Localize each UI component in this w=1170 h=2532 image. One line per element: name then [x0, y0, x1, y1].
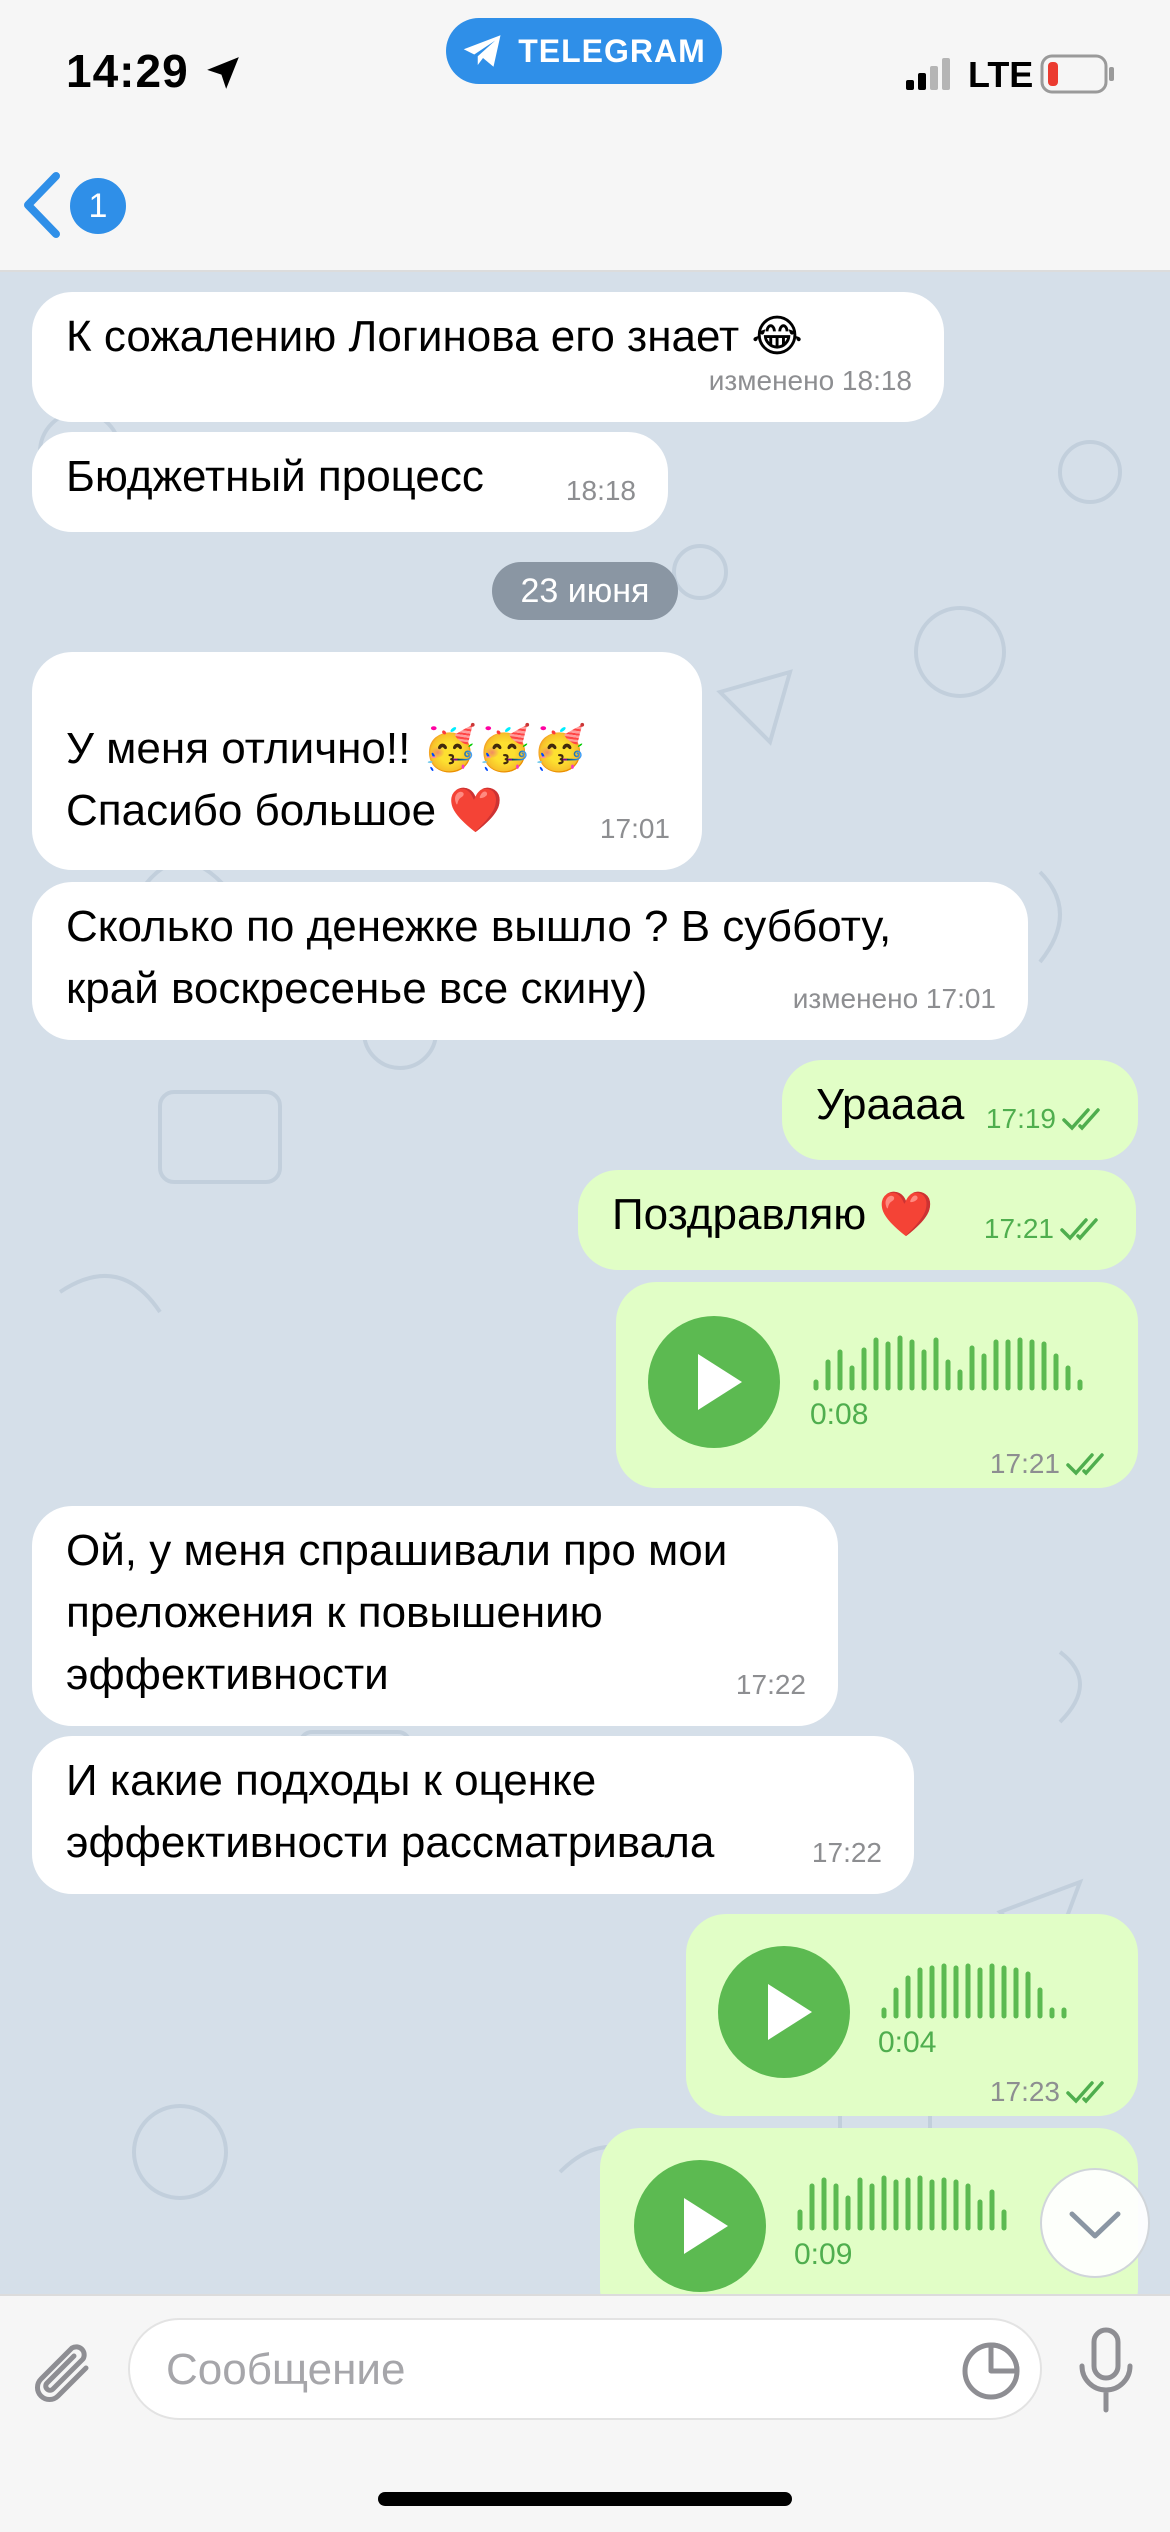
play-icon: [698, 1354, 742, 1410]
message-time: 17:01: [599, 813, 670, 844]
chevron-left-icon: [24, 172, 60, 238]
network-type: LTE: [968, 54, 1034, 95]
location-arrow-icon: [207, 57, 239, 89]
voice-duration: 0:08: [810, 1398, 869, 1431]
message-incoming[interactable]: Бюджетный процесс 18:18: [32, 432, 668, 532]
play-icon: [684, 2198, 728, 2254]
telegram-pill-label: TELEGRAM: [518, 32, 706, 69]
double-check-icon: [1062, 1108, 1100, 1131]
message-input[interactable]: [166, 2336, 926, 2404]
telegram-icon: [463, 35, 501, 67]
double-check-icon: [1066, 2081, 1104, 2104]
back-button[interactable]: 1: [20, 170, 140, 240]
message-time: изменено 17:01: [792, 983, 996, 1014]
message-time: 17:23: [989, 2076, 1060, 2107]
message-time: 17:19: [985, 1103, 1056, 1134]
message-text: Бюджетный процесс: [66, 452, 484, 501]
nav-bar: 1: [0, 130, 1170, 272]
message-outgoing[interactable]: Урaaaa 17:19: [782, 1060, 1138, 1160]
microphone-icon[interactable]: [1076, 2326, 1136, 2416]
message-incoming[interactable]: Сколько по денежке вышло ? В субботу, кр…: [32, 882, 1028, 1040]
waveform[interactable]: [796, 2172, 1066, 2232]
battery-icon: [1040, 54, 1114, 94]
status-time: 14:29: [66, 45, 189, 97]
double-check-icon: [1060, 1218, 1098, 1241]
message-incoming[interactable]: К сожалению Логинова его знает 😂 изменен…: [32, 292, 944, 422]
message-outgoing[interactable]: Поздравляю ❤️ 17:21: [578, 1170, 1136, 1270]
play-button[interactable]: [718, 1946, 850, 2078]
message-time: 17:21: [989, 1448, 1060, 1479]
message-incoming[interactable]: Ой, у меня спрашивали про мои преложения…: [32, 1506, 838, 1726]
message-incoming[interactable]: И какие подходы к оценке эффективности р…: [32, 1736, 914, 1894]
play-button[interactable]: [634, 2160, 766, 2292]
play-button[interactable]: [648, 1316, 780, 1448]
voice-duration: 0:04: [878, 2026, 937, 2059]
waveform[interactable]: [880, 1960, 1090, 2020]
unread-badge: 1: [70, 178, 126, 234]
message-text: Ой, у меня спрашивали про мои преложения…: [66, 1526, 728, 1699]
message-time: 17:22: [811, 1837, 882, 1868]
waveform[interactable]: [812, 1332, 1102, 1392]
voice-message[interactable]: 0:04 17:23: [686, 1914, 1138, 2116]
telegram-pill[interactable]: TELEGRAM: [446, 18, 722, 84]
message-time: 17:22: [735, 1669, 806, 1700]
signal-icon: [906, 58, 950, 90]
message-text: И какие подходы к оценке эффективности р…: [66, 1756, 715, 1867]
message-input-field[interactable]: [128, 2318, 1042, 2420]
play-icon: [768, 1984, 812, 2040]
chat-history[interactable]: К сожалению Логинова его знает 😂 изменен…: [0, 272, 1170, 2294]
voice-duration: 0:09: [794, 2238, 853, 2271]
message-time: 17:21: [983, 1213, 1054, 1244]
message-time: изменено 18:18: [708, 365, 912, 396]
home-indicator[interactable]: [378, 2492, 792, 2506]
voice-message[interactable]: 0:08 17:21: [616, 1282, 1138, 1488]
double-check-icon: [1066, 1453, 1104, 1476]
date-separator: 23 июня: [492, 562, 678, 620]
chevron-down-icon: [1069, 2211, 1121, 2239]
scroll-to-bottom-button[interactable]: [1040, 2168, 1150, 2278]
message-incoming[interactable]: У меня отлично!! 🥳🥳🥳 Спасибо большое ❤️ …: [32, 652, 702, 870]
paperclip-icon[interactable]: [28, 2334, 102, 2420]
sticker-icon[interactable]: [960, 2340, 1022, 2402]
message-text: У меня отлично!! 🥳🥳🥳 Спасибо большое ❤️: [66, 724, 587, 835]
status-bar: 14:29 TELEGRAM LTE: [0, 0, 1170, 130]
message-time: 18:18: [565, 475, 636, 506]
